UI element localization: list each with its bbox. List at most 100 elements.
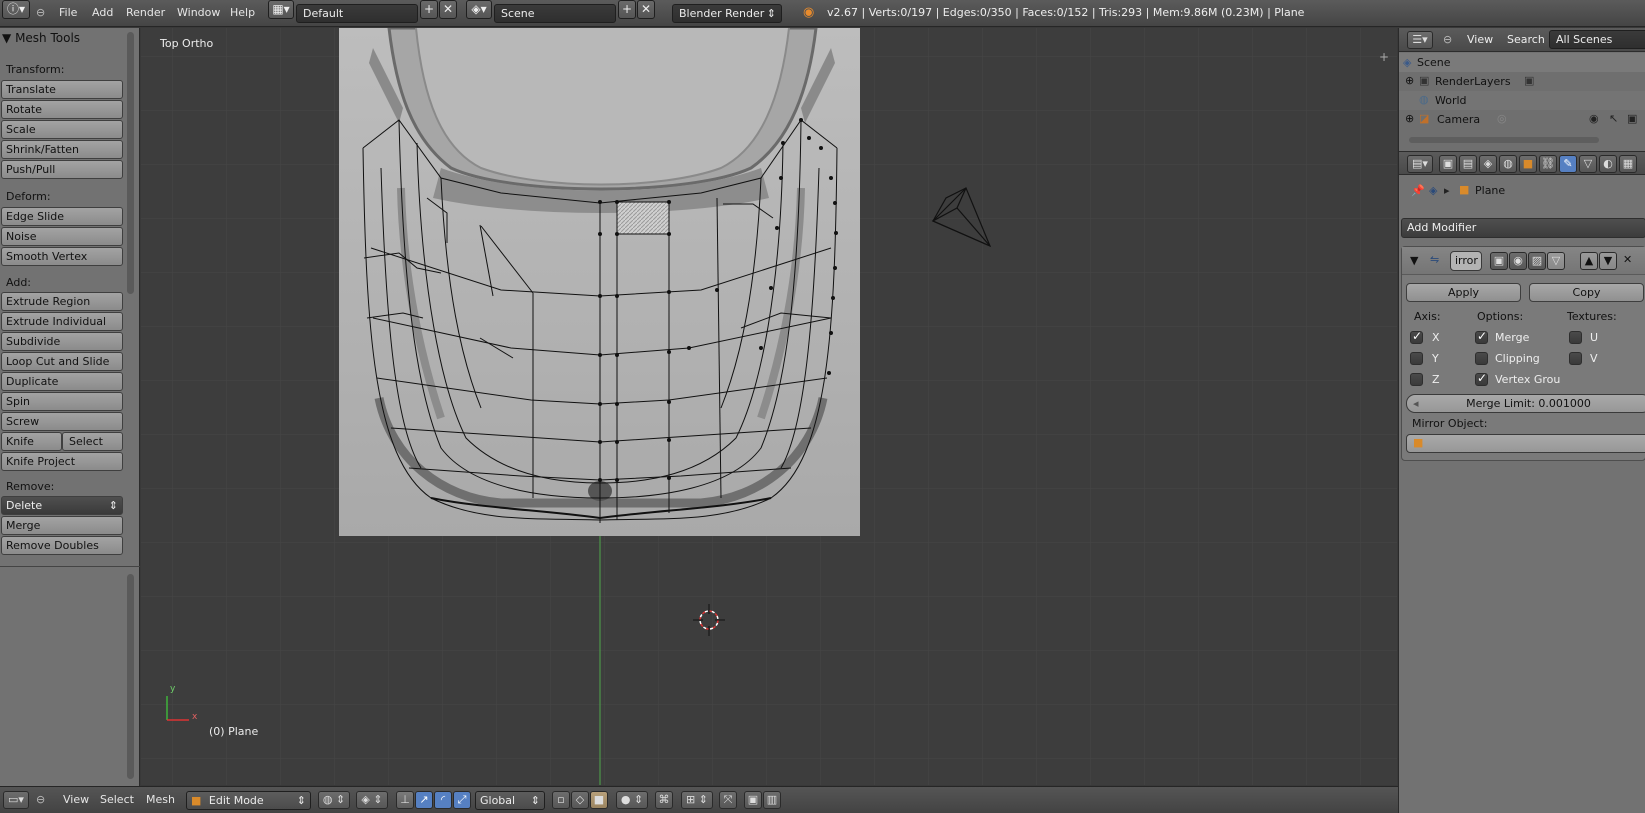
add-layout-button[interactable]: + [420, 0, 438, 19]
texture-v-checkbox[interactable] [1569, 352, 1582, 365]
spin-button[interactable]: Spin [1, 392, 123, 411]
object-tab-icon[interactable]: ■ [1519, 155, 1537, 173]
modifiers-tab-wrench-icon[interactable]: ✎ [1559, 155, 1577, 173]
texture-u-checkbox[interactable] [1569, 331, 1582, 344]
scene-tab-icon[interactable]: ◈ [1479, 155, 1497, 173]
pin-icon[interactable]: 📌 [1411, 184, 1425, 197]
outliner-row-renderlayers[interactable]: ⊕ ▣ RenderLayers ▣ [1399, 72, 1645, 91]
world-tab-icon[interactable]: ◍ [1499, 155, 1517, 173]
scale-button[interactable]: Scale [1, 120, 123, 139]
move-up-icon[interactable]: ▲ [1580, 252, 1598, 270]
vertex-groups-checkbox[interactable] [1475, 371, 1488, 386]
merge-button[interactable]: Merge [1, 516, 123, 535]
on-cage-icon[interactable]: ▽ [1547, 252, 1565, 270]
menu-select[interactable]: Select [100, 793, 134, 806]
remove-scene-button[interactable]: ✕ [637, 0, 655, 19]
mirror-object-field[interactable]: ■ [1406, 434, 1645, 453]
outliner-editor-type-icon[interactable]: ☰▾ [1407, 31, 1433, 49]
extrude-region-button[interactable]: Extrude Region [1, 292, 123, 311]
proportional-edit-icon[interactable]: ● ⇕ [616, 791, 648, 809]
visibility-eye-icon[interactable]: ◉ [1589, 112, 1599, 125]
manipulator-toggle-icon[interactable]: ⊥ [396, 791, 414, 809]
render-tab-icon[interactable]: ▣ [1439, 155, 1457, 173]
show-in-render-icon[interactable]: ▣ [1490, 252, 1508, 270]
menu-mesh[interactable]: Mesh [146, 793, 175, 806]
modifier-name-field[interactable]: irror [1450, 251, 1482, 271]
scene-icon[interactable]: ◈▾ [466, 0, 492, 19]
shrink-fatten-button[interactable]: Shrink/Fatten [1, 140, 123, 159]
expand-plus-icon[interactable]: ⊕ [1405, 74, 1414, 87]
renderability-camera-icon[interactable]: ▣ [1627, 112, 1637, 125]
menu-help[interactable]: Help [230, 6, 255, 19]
show-in-viewport-eye-icon[interactable]: ◉ [1509, 252, 1527, 270]
editor-type-icon[interactable]: ▭▾ [3, 791, 29, 809]
snap-toggle-icon[interactable]: ⌘ [655, 791, 673, 809]
render-opengl-image-icon[interactable]: ▣ [744, 791, 762, 809]
collapse-menu-icon[interactable]: ⊖ [1443, 33, 1452, 46]
rotate-button[interactable]: Rotate [1, 100, 123, 119]
render-engine-select[interactable]: Blender Render ⇕ [672, 4, 782, 23]
snap-element-icon[interactable]: ⊞ ⇕ [681, 791, 713, 809]
remove-modifier-icon[interactable]: ✕ [1623, 253, 1632, 266]
menu-window[interactable]: Window [177, 6, 220, 19]
translate-manipulator-icon[interactable]: ↗ [415, 791, 433, 809]
add-modifier-dropdown[interactable]: Add Modifier [1401, 218, 1645, 238]
copy-button[interactable]: Copy [1529, 283, 1644, 302]
outliner-search-menu[interactable]: Search [1507, 33, 1545, 46]
collapse-menu-icon[interactable]: ⊖ [36, 6, 45, 19]
vertex-select-icon[interactable]: ▫ [552, 791, 570, 809]
collapse-menu-icon[interactable]: ⊖ [36, 793, 45, 806]
tool-shelf-scrollbar[interactable] [127, 32, 134, 294]
remove-doubles-button[interactable]: Remove Doubles [1, 536, 123, 555]
screw-button[interactable]: Screw [1, 412, 123, 431]
outliner-display-filter[interactable]: All Scenes [1549, 30, 1645, 49]
properties-editor-type-icon[interactable]: ▤▾ [1407, 155, 1433, 173]
smooth-vertex-button[interactable]: Smooth Vertex [1, 247, 123, 266]
loop-cut-button[interactable]: Loop Cut and Slide [1, 352, 123, 371]
decrement-arrow-icon[interactable]: ◂ [1413, 395, 1419, 412]
remove-layout-button[interactable]: ✕ [439, 0, 457, 19]
scale-manipulator-icon[interactable]: ⤢ [453, 791, 471, 809]
knife-button[interactable]: Knife [1, 432, 62, 451]
transform-orientation-select[interactable]: Global ⇕ [475, 791, 545, 810]
outliner-scrollbar[interactable] [1409, 137, 1599, 143]
mode-select[interactable]: ■ Edit Mode ⇕ [186, 791, 311, 810]
delete-dropdown[interactable]: Delete ⇕ [1, 496, 123, 515]
screen-layout-field[interactable]: Default [296, 4, 418, 23]
translate-button[interactable]: Translate [1, 80, 123, 99]
add-scene-button[interactable]: + [618, 0, 636, 19]
clipping-checkbox[interactable] [1475, 352, 1488, 365]
viewport-shading-icon[interactable]: ◍ ⇕ [318, 791, 350, 809]
snap-target-icon[interactable]: ⤧ [719, 791, 737, 809]
face-select-icon[interactable]: ■ [590, 791, 608, 809]
apply-button[interactable]: Apply [1406, 283, 1521, 302]
knife-project-button[interactable]: Knife Project [1, 452, 123, 471]
duplicate-button[interactable]: Duplicate [1, 372, 123, 391]
scene-field[interactable]: Scene [494, 4, 616, 23]
edge-select-icon[interactable]: ◇ [571, 791, 589, 809]
texture-tab-icon[interactable]: ▦ [1619, 155, 1637, 173]
subdivide-button[interactable]: Subdivide [1, 332, 123, 351]
operator-panel-scrollbar[interactable] [127, 574, 134, 779]
outliner-view-menu[interactable]: View [1467, 33, 1493, 46]
data-tab-icon[interactable]: ▽ [1579, 155, 1597, 173]
axis-y-checkbox[interactable] [1410, 352, 1423, 365]
render-opengl-animation-icon[interactable]: ▥ [763, 791, 781, 809]
3d-viewport[interactable]: Top Ortho (0) Plane y x + [141, 28, 1397, 785]
viewport-canvas[interactable] [141, 28, 1397, 785]
outliner-row-world[interactable]: ◍ World [1399, 91, 1645, 110]
expand-plus-icon[interactable]: ⊕ [1405, 112, 1414, 125]
move-down-icon[interactable]: ▼ [1599, 252, 1617, 270]
mesh-tools-panel-header[interactable]: ▼ Mesh Tools [2, 31, 80, 45]
selectability-cursor-icon[interactable]: ↖ [1609, 112, 1618, 125]
outliner-row-camera[interactable]: ⊕ ◪ Camera ◎ ◉ ↖ ▣ [1399, 110, 1645, 129]
material-tab-icon[interactable]: ◐ [1599, 155, 1617, 173]
rotate-manipulator-icon[interactable]: ◜ [434, 791, 452, 809]
edge-slide-button[interactable]: Edge Slide [1, 207, 123, 226]
merge-limit-field[interactable]: ◂ Merge Limit: 0.001000 [1406, 394, 1645, 413]
menu-add[interactable]: Add [92, 6, 113, 19]
axis-x-checkbox[interactable] [1410, 329, 1423, 344]
menu-render[interactable]: Render [126, 6, 165, 19]
push-pull-button[interactable]: Push/Pull [1, 160, 123, 179]
merge-checkbox[interactable] [1475, 329, 1488, 344]
